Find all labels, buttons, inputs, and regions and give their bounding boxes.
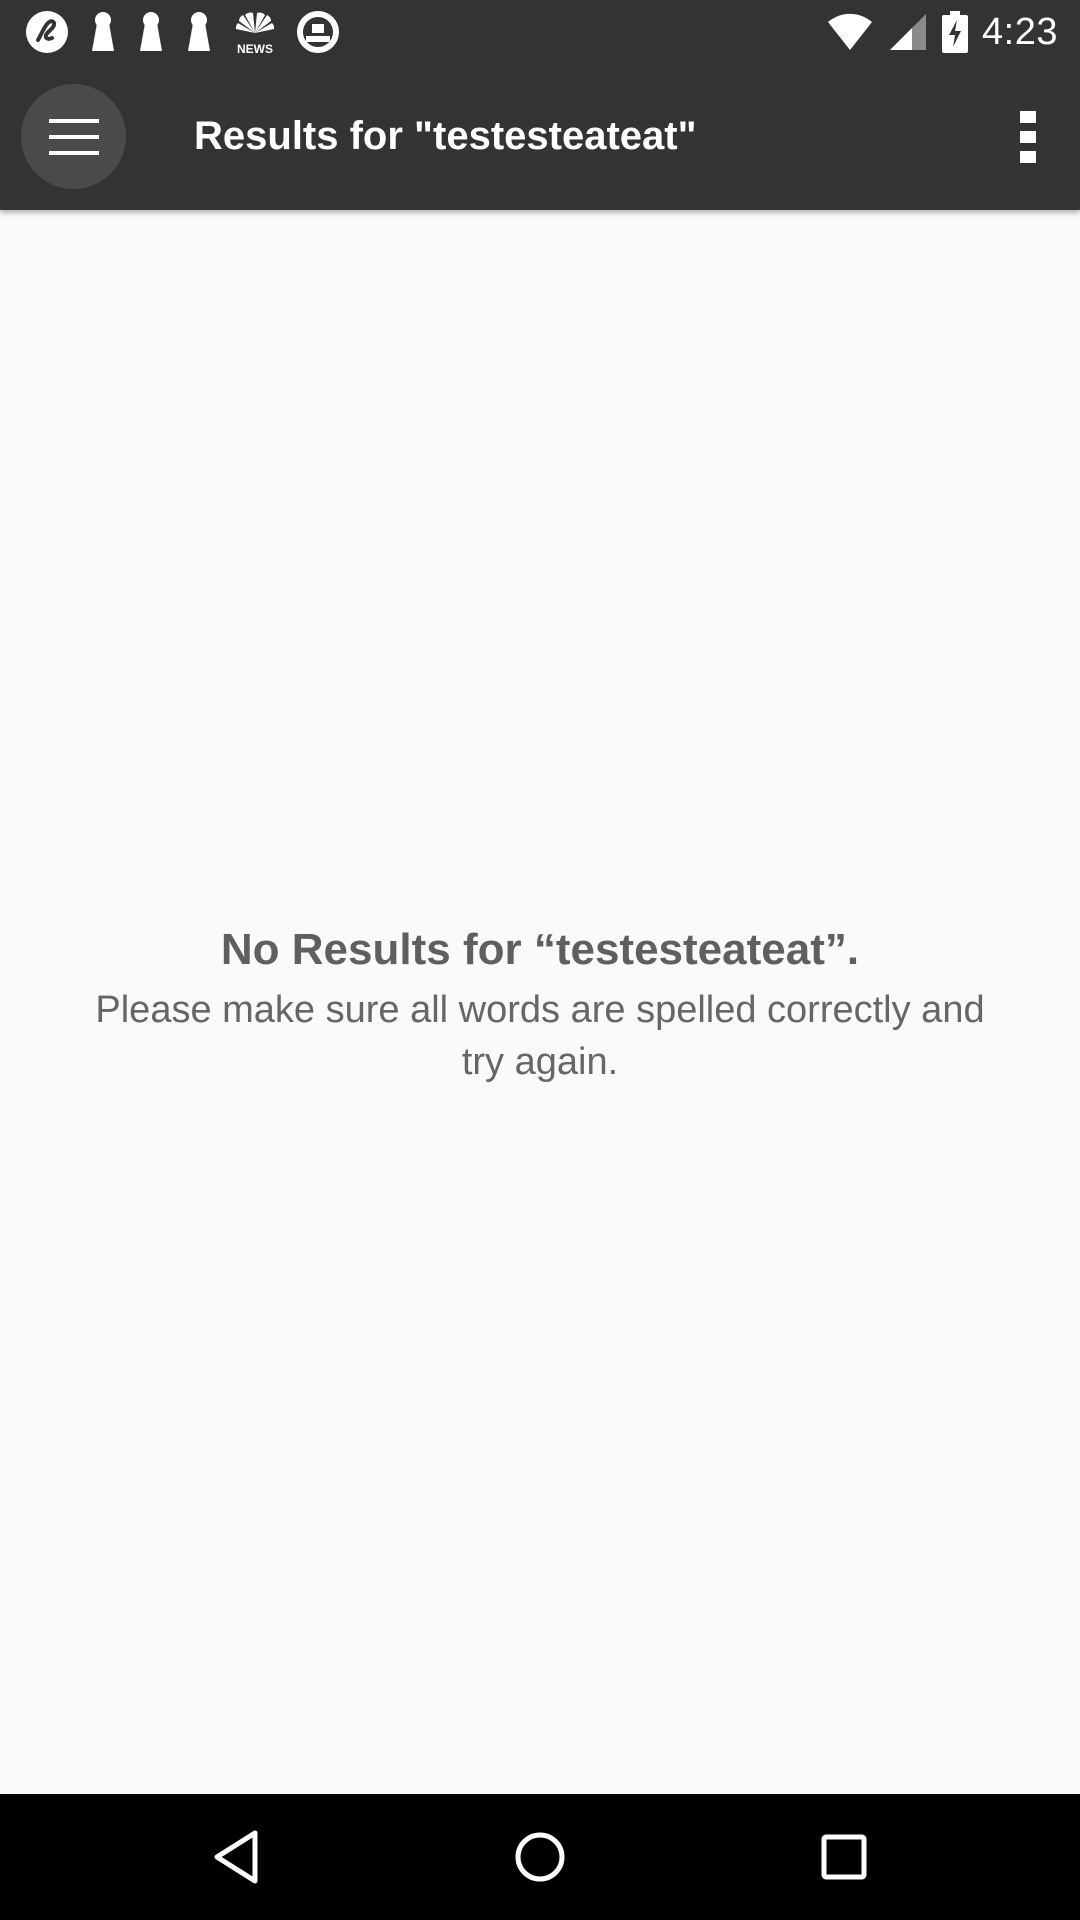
keyhole-icon [188, 12, 210, 51]
nbc-news-label: NEWS [237, 42, 273, 55]
app-notification-icon [26, 11, 68, 53]
cell-signal-icon [890, 14, 927, 50]
hamburger-menu-icon [48, 118, 99, 155]
notification-icons: NEWS [24, 8, 340, 56]
back-icon [214, 1830, 258, 1884]
back-button[interactable] [196, 1817, 276, 1897]
keyhole-icon [140, 12, 162, 51]
recents-button[interactable] [804, 1817, 884, 1897]
menu-button[interactable] [21, 84, 126, 189]
home-button[interactable] [500, 1817, 580, 1897]
recents-icon [821, 1834, 867, 1880]
empty-state-message: Please make sure all words are spelled c… [95, 989, 985, 1083]
system-status-icons: 4:23 [826, 8, 1058, 56]
screen: NEWS 4:23 Results for "testesteateat" No… [0, 0, 1080, 1920]
more-vert-icon [1020, 110, 1036, 163]
navigation-bar [0, 1794, 1080, 1920]
app-notification-icon [297, 11, 339, 53]
empty-state: No Results for “testesteateat”. Please m… [90, 920, 990, 1088]
status-time: 4:23 [982, 10, 1058, 53]
home-icon [515, 1832, 565, 1882]
status-bar: NEWS 4:23 [0, 0, 1080, 63]
keyhole-icon [92, 12, 114, 51]
empty-state-heading: No Results for “testesteateat”. [220, 925, 860, 974]
nbc-news-icon: NEWS [235, 12, 275, 55]
app-bar: Results for "testesteateat" [0, 63, 1080, 210]
page-title: Results for "testesteateat" [194, 114, 697, 158]
wifi-icon [828, 13, 873, 50]
battery-charging-icon [942, 11, 969, 53]
results-content: No Results for “testesteateat”. Please m… [0, 210, 1080, 1794]
overflow-menu-button[interactable] [988, 84, 1068, 189]
